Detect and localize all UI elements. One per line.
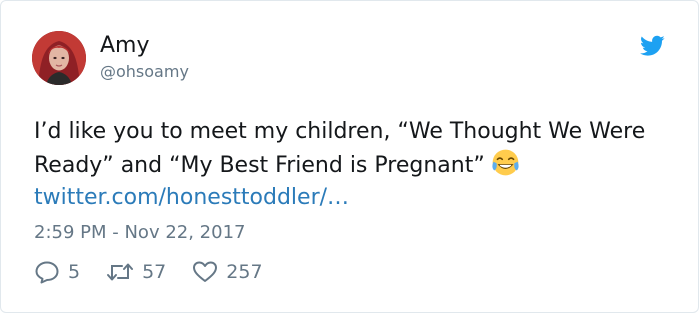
reply-icon [35, 261, 59, 284]
retweet-button[interactable]: 57 [106, 260, 166, 284]
like-button[interactable]: 257 [192, 260, 263, 284]
user-handle[interactable]: @ohsoamy [100, 61, 189, 83]
tweet-card: Amy @ohsoamy I’d like you to meet my chi… [0, 0, 699, 313]
reply-button[interactable]: 5 [34, 260, 80, 284]
tweet-actions: 5 57 257 [34, 260, 289, 284]
tweet-link[interactable]: twitter.com/honesttoddler/… [34, 185, 349, 210]
twitter-bird-icon[interactable] [640, 35, 665, 57]
retweet-count: 57 [142, 261, 167, 283]
retweet-icon [107, 263, 134, 281]
heart-icon [193, 261, 218, 282]
avatar[interactable] [32, 31, 86, 85]
display-name[interactable]: Amy [100, 33, 189, 59]
avatar-image [32, 31, 86, 85]
user-names: Amy @ohsoamy [100, 33, 189, 83]
tweet-text: I’d like you to meet my children, “We Th… [34, 116, 674, 214]
face-with-tears-of-joy-icon [492, 149, 519, 176]
like-count: 257 [226, 261, 263, 283]
reply-count: 5 [68, 261, 81, 283]
tweet-body: I’d like you to meet my children, “We Th… [34, 119, 646, 178]
tweet-timestamp[interactable]: 2:59 PM - Nov 22, 2017 [34, 221, 245, 245]
tweet-header: Amy @ohsoamy [32, 31, 189, 85]
